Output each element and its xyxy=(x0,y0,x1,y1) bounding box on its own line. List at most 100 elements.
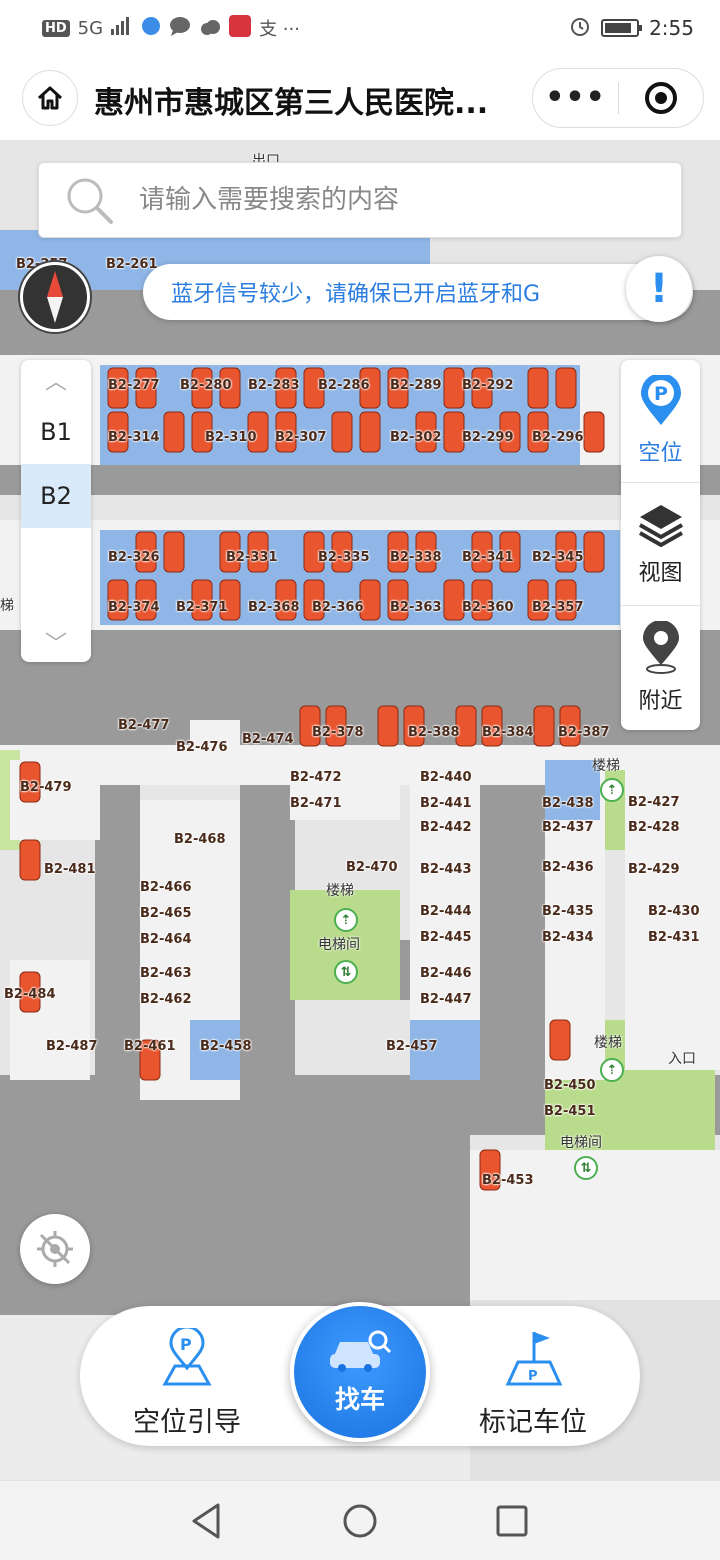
parking-slot-label[interactable]: B2-431 xyxy=(648,930,700,945)
parking-slot-label[interactable]: B2-461 xyxy=(124,1039,176,1054)
parking-slot-label[interactable]: B2-430 xyxy=(648,904,700,919)
parking-slot-label[interactable]: B2-302 xyxy=(390,430,442,445)
parking-slot-label[interactable]: B2-326 xyxy=(108,550,160,565)
parking-slot-label[interactable]: B2-464 xyxy=(140,932,192,947)
parked-car xyxy=(583,531,605,573)
parking-slot-label[interactable]: B2-438 xyxy=(542,796,594,811)
find-car-button[interactable]: 找车 xyxy=(290,1302,430,1442)
back-nav-button[interactable] xyxy=(186,1501,226,1541)
parking-map[interactable]: B2-257B2-261B2-277B2-280B2-283B2-286B2-2… xyxy=(0,140,720,1480)
parking-slot-label[interactable]: B2-314 xyxy=(108,430,160,445)
tool-nearby[interactable]: 附近 xyxy=(621,606,700,729)
stairs-poi-icon-3[interactable]: ⇡ xyxy=(600,1058,624,1082)
parking-slot-label[interactable]: B2-428 xyxy=(628,820,680,835)
parking-slot-label[interactable]: B2-434 xyxy=(542,930,594,945)
parking-slot-label[interactable]: B2-363 xyxy=(390,600,442,615)
parking-slot-label[interactable]: B2-466 xyxy=(140,880,192,895)
mark-spot-button[interactable]: P 标记车位 xyxy=(458,1328,608,1439)
parking-slot-label[interactable]: B2-307 xyxy=(275,430,327,445)
parking-slot-label[interactable]: B2-457 xyxy=(386,1039,438,1054)
floor-b2[interactable]: B2 xyxy=(21,464,91,528)
tool-view[interactable]: 视图 xyxy=(621,483,700,606)
parking-slot-label[interactable]: B2-371 xyxy=(176,600,228,615)
parking-slot-label[interactable]: B2-472 xyxy=(290,770,342,785)
parking-slot-label[interactable]: B2-374 xyxy=(108,600,160,615)
parking-slot-label[interactable]: B2-444 xyxy=(420,904,472,919)
parking-slot-label[interactable]: B2-338 xyxy=(390,550,442,565)
recents-nav-button[interactable] xyxy=(492,1501,532,1541)
parking-slot-label[interactable]: B2-481 xyxy=(44,862,96,877)
parking-slot-label[interactable]: B2-487 xyxy=(46,1039,98,1054)
parking-slot-label[interactable]: B2-310 xyxy=(205,430,257,445)
parking-slot-label[interactable]: B2-299 xyxy=(462,430,514,445)
vacancy-guide-button[interactable]: P 空位引导 xyxy=(112,1328,262,1439)
stairs-poi-icon[interactable]: ⇡ xyxy=(334,908,358,932)
parking-slot-label[interactable]: B2-445 xyxy=(420,930,472,945)
parking-slot-label[interactable]: B2-296 xyxy=(532,430,584,445)
parking-slot-label[interactable]: B2-277 xyxy=(108,378,160,393)
parking-slot-label[interactable]: B2-335 xyxy=(318,550,370,565)
parking-slot-label[interactable]: B2-366 xyxy=(312,600,364,615)
stairs-poi-icon-2[interactable]: ⇡ xyxy=(600,778,624,802)
parking-slot-label[interactable]: B2-477 xyxy=(118,718,170,733)
parking-slot-label[interactable]: B2-261 xyxy=(106,257,158,272)
parking-slot-label[interactable]: B2-435 xyxy=(542,904,594,919)
parking-slot-label[interactable]: B2-453 xyxy=(482,1173,534,1188)
parking-slot-label[interactable]: B2-341 xyxy=(462,550,514,565)
parking-slot-label[interactable]: B2-470 xyxy=(346,860,398,875)
search-bar[interactable] xyxy=(38,162,682,238)
parking-slot-label[interactable]: B2-368 xyxy=(248,600,300,615)
search-input[interactable] xyxy=(139,185,639,215)
parking-slot-label[interactable]: B2-331 xyxy=(226,550,278,565)
notice-info-button[interactable]: ! xyxy=(626,256,692,322)
parking-slot-label[interactable]: B2-463 xyxy=(140,966,192,981)
home-icon xyxy=(37,86,63,110)
parking-slot-label[interactable]: B2-462 xyxy=(140,992,192,1007)
parking-slot-label[interactable]: B2-378 xyxy=(312,725,364,740)
parking-slot-label[interactable]: B2-436 xyxy=(542,860,594,875)
parking-slot-label[interactable]: B2-458 xyxy=(200,1039,252,1054)
parking-slot-label[interactable]: B2-484 xyxy=(4,987,56,1002)
parking-slot-label[interactable]: B2-280 xyxy=(180,378,232,393)
parking-slot-label[interactable]: B2-446 xyxy=(420,966,472,981)
parking-slot-label[interactable]: B2-471 xyxy=(290,796,342,811)
parking-slot-label[interactable]: B2-292 xyxy=(462,378,514,393)
home-nav-button[interactable] xyxy=(340,1501,380,1541)
chevron-up-icon[interactable]: ︿ xyxy=(21,360,91,400)
chevron-down-icon[interactable]: ﹀ xyxy=(21,622,91,662)
close-button[interactable] xyxy=(619,81,703,115)
parking-slot-label[interactable]: B2-360 xyxy=(462,600,514,615)
locate-button[interactable] xyxy=(20,1214,90,1284)
parking-slot-label[interactable]: B2-286 xyxy=(318,378,370,393)
parking-slot-label[interactable]: B2-437 xyxy=(542,820,594,835)
parking-slot-label[interactable]: B2-440 xyxy=(420,770,472,785)
parking-slot-label[interactable]: B2-450 xyxy=(544,1078,596,1093)
parking-slot-label[interactable]: B2-465 xyxy=(140,906,192,921)
parking-slot-label[interactable]: B2-283 xyxy=(248,378,300,393)
parking-slot-label[interactable]: B2-345 xyxy=(532,550,584,565)
parking-slot-label[interactable]: B2-441 xyxy=(420,796,472,811)
tool-vacant[interactable]: P 空位 xyxy=(621,360,700,483)
home-button[interactable] xyxy=(22,70,78,126)
parking-slot-label[interactable]: B2-474 xyxy=(242,732,294,747)
parking-slot-label[interactable]: B2-479 xyxy=(20,780,72,795)
floor-b1[interactable]: B1 xyxy=(21,400,91,464)
parking-slot-label[interactable]: B2-451 xyxy=(544,1104,596,1119)
more-button[interactable]: ••• xyxy=(533,68,618,128)
parking-slot-label[interactable]: B2-429 xyxy=(628,862,680,877)
parking-slot-label[interactable]: B2-384 xyxy=(482,725,534,740)
parking-slot-label[interactable]: B2-427 xyxy=(628,795,680,810)
parking-slot-label[interactable]: B2-387 xyxy=(558,725,610,740)
elevator-poi-icon[interactable]: ⇅ xyxy=(334,960,358,984)
parking-slot-label[interactable]: B2-442 xyxy=(420,820,472,835)
parking-slot-label[interactable]: B2-443 xyxy=(420,862,472,877)
parking-slot-label[interactable]: B2-447 xyxy=(420,992,472,1007)
parking-slot-label[interactable]: B2-476 xyxy=(176,740,228,755)
parking-slot-label[interactable]: B2-468 xyxy=(174,832,226,847)
parking-slot-label[interactable]: B2-357 xyxy=(532,600,584,615)
compass-button[interactable] xyxy=(20,262,90,332)
parking-slot-label[interactable]: B2-388 xyxy=(408,725,460,740)
floor-selector: ︿ B1 B2 ﹀ xyxy=(21,360,91,662)
parking-slot-label[interactable]: B2-289 xyxy=(390,378,442,393)
elevator-poi-icon-2[interactable]: ⇅ xyxy=(574,1156,598,1180)
